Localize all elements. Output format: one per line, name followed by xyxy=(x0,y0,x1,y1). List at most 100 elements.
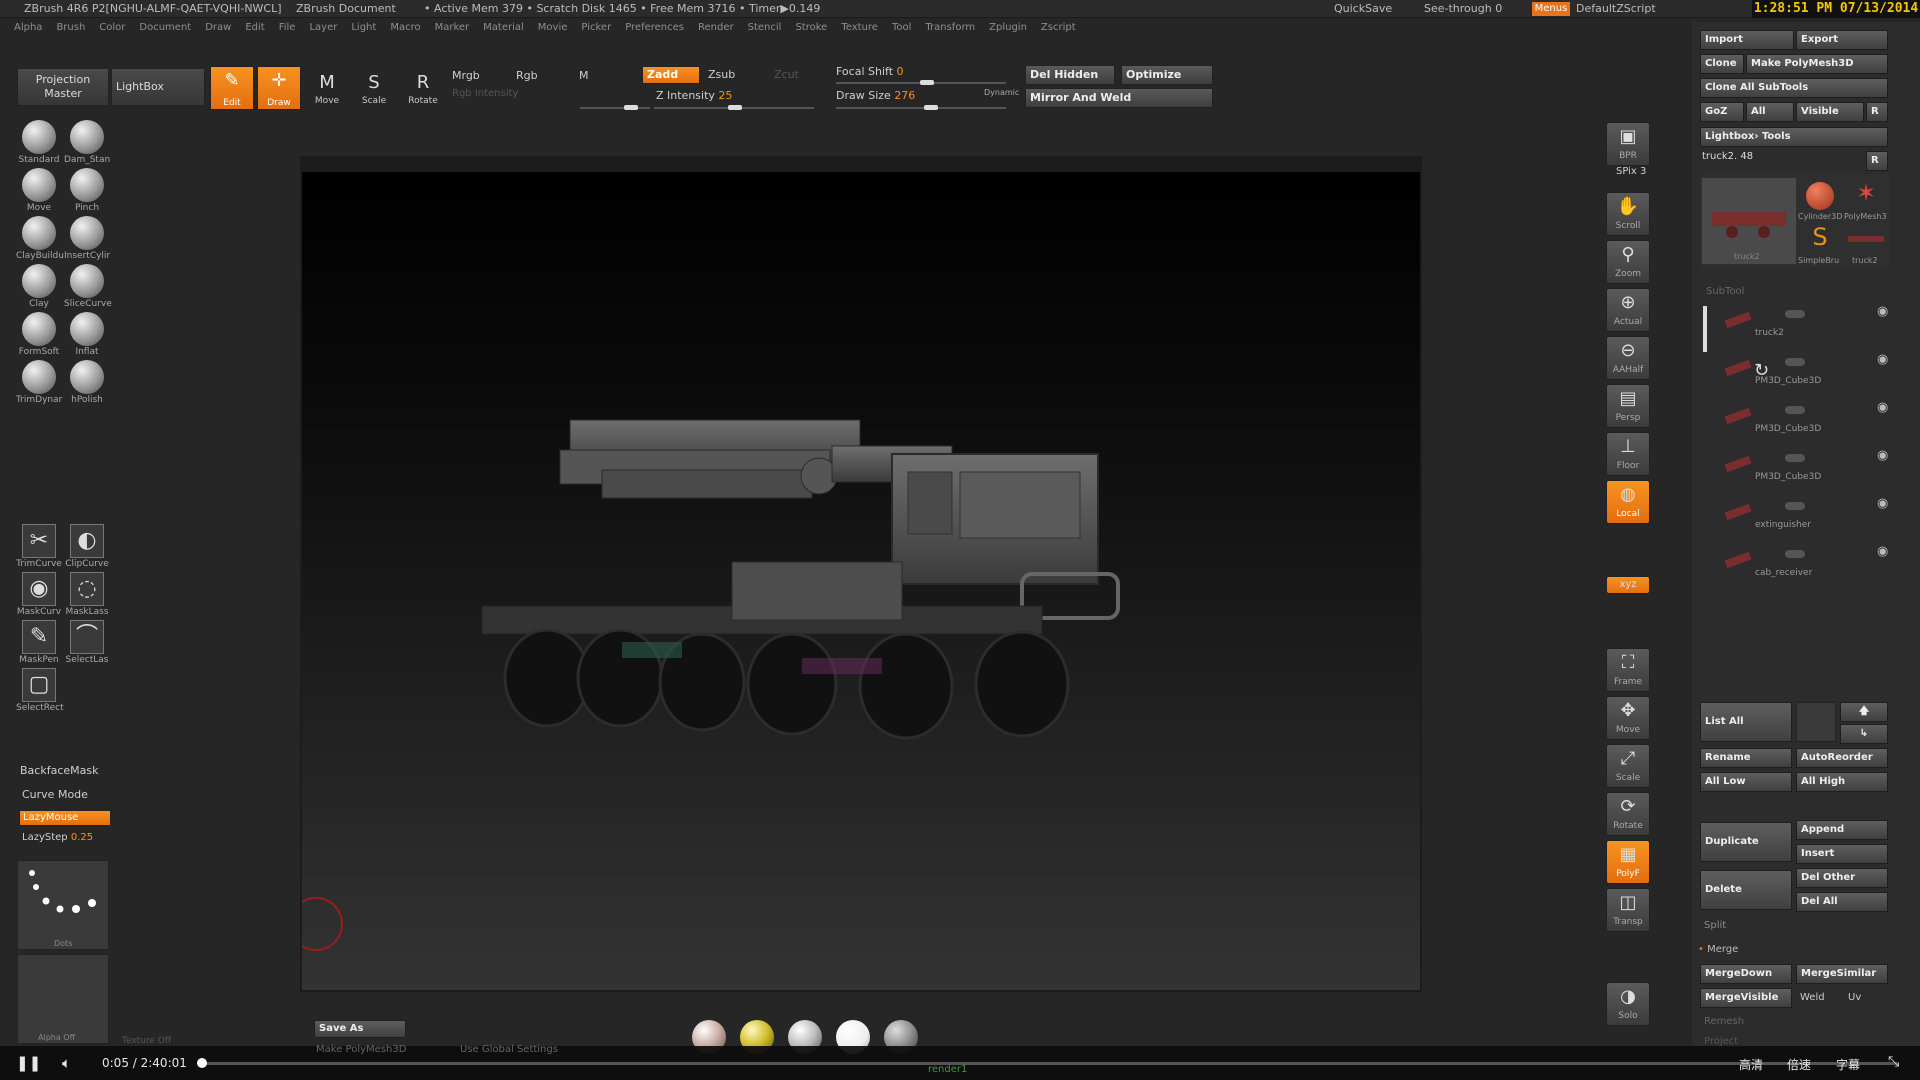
menu-file[interactable]: File xyxy=(279,22,296,33)
dock-rotate[interactable]: ⟳ Rotate xyxy=(1606,792,1650,836)
weld-toggle[interactable]: Weld xyxy=(1800,992,1825,1003)
menu-stroke[interactable]: Stroke xyxy=(795,22,827,33)
tool-thumb-simplebrush[interactable]: S SimpleBru xyxy=(1798,222,1842,266)
optimize-points-button[interactable]: Optimize Points xyxy=(1121,65,1213,99)
current-tool-slider[interactable]: truck2. 48 xyxy=(1702,151,1753,162)
tool-thumb-truck2[interactable]: truck2 xyxy=(1702,178,1796,264)
mergedown-button[interactable]: MergeDown xyxy=(1700,964,1792,984)
menu-draw[interactable]: Draw xyxy=(205,22,231,33)
dock-local[interactable]: ◍ Local xyxy=(1606,480,1650,524)
dock-xyz[interactable]: xyz xyxy=(1606,576,1650,594)
goz-visible-button[interactable]: Visible xyxy=(1796,102,1864,122)
brush-move[interactable]: Move xyxy=(16,168,62,216)
mergesimilar-button[interactable]: MergeSimilar xyxy=(1796,964,1888,984)
rotate-mode-button[interactable]: R Rotate xyxy=(401,70,445,114)
rgb-intensity-slider[interactable]: Rgb Intensity xyxy=(452,88,518,99)
menu-movie[interactable]: Movie xyxy=(538,22,568,33)
menu-document[interactable]: Document xyxy=(139,22,191,33)
subtool-item[interactable]: ◉ truck2 xyxy=(1705,300,1895,346)
tool-thumb-cylinder[interactable]: Cylinder3D xyxy=(1798,178,1842,222)
move-down-arrow-icon[interactable]: ↳ xyxy=(1840,724,1888,744)
dock-aahalf[interactable]: ⊖ AAHalf xyxy=(1606,336,1650,380)
subtool-toggle[interactable] xyxy=(1785,310,1805,318)
menu-zscript[interactable]: Zscript xyxy=(1041,22,1076,33)
eye-icon[interactable]: ◉ xyxy=(1877,304,1888,319)
m-button[interactable]: M xyxy=(579,69,589,82)
menu-texture[interactable]: Texture xyxy=(841,22,878,33)
brush-inflat[interactable]: Inflat xyxy=(64,312,110,360)
insert-button[interactable]: Insert xyxy=(1796,844,1888,864)
rename-button[interactable]: Rename xyxy=(1700,748,1792,768)
brush-standard[interactable]: Standard xyxy=(16,120,62,168)
subtool-item[interactable]: ◉ PM3D_Cube3D xyxy=(1705,444,1895,490)
brush-claybuildu[interactable]: ClayBuildu xyxy=(16,216,64,264)
all-high-button[interactable]: All High xyxy=(1796,772,1888,792)
menu-edit[interactable]: Edit xyxy=(245,22,264,33)
subtitle-button[interactable]: 字幕 xyxy=(1836,1056,1860,1073)
dock-frame[interactable]: ⛶ Frame xyxy=(1606,648,1650,692)
goz-all-button[interactable]: All xyxy=(1746,102,1794,122)
subtool-toggle[interactable] xyxy=(1785,406,1805,414)
menu-picker[interactable]: Picker xyxy=(581,22,611,33)
brush-formsoft[interactable]: FormSoft xyxy=(16,312,62,360)
pause-icon[interactable]: ❚❚ xyxy=(16,1054,41,1072)
eye-icon[interactable]: ◉ xyxy=(1877,400,1888,415)
tool-clipcurve[interactable]: ◐ ClipCurve xyxy=(64,524,110,572)
z-intensity-track[interactable] xyxy=(654,105,814,110)
menu-macro[interactable]: Macro xyxy=(390,22,420,33)
uv-toggle[interactable]: Uv xyxy=(1848,992,1861,1003)
quality-button[interactable]: 高清 xyxy=(1739,1056,1763,1073)
brush-insertcylir[interactable]: InsertCylir xyxy=(64,216,110,264)
dock-bpr[interactable]: ▣ BPR xyxy=(1606,122,1650,166)
tool-masklass[interactable]: ◌ MaskLass xyxy=(64,572,110,620)
edit-mode-button[interactable]: ✎ Edit xyxy=(210,66,254,110)
menu-alpha[interactable]: Alpha xyxy=(14,22,42,33)
projection-master-button[interactable]: Projection Master xyxy=(17,68,109,106)
menus-button[interactable]: Menus xyxy=(1532,2,1570,16)
eye-icon[interactable]: ◉ xyxy=(1877,544,1888,559)
brush-dam_stan[interactable]: Dam_Stan xyxy=(64,120,110,168)
rgb-intensity-track[interactable] xyxy=(580,105,650,110)
subtool-toggle[interactable] xyxy=(1785,502,1805,510)
tool-maskpen[interactable]: ✎ MaskPen xyxy=(16,620,62,668)
subtool-toggle[interactable] xyxy=(1785,550,1805,558)
del-hidden-button[interactable]: Del Hidden xyxy=(1025,65,1115,85)
lazymouse-toggle[interactable]: LazyMouse xyxy=(19,810,111,826)
zcut-button[interactable]: Zcut xyxy=(774,68,799,81)
goz-button[interactable]: GoZ xyxy=(1700,102,1744,122)
menu-render[interactable]: Render xyxy=(698,22,734,33)
merge-section[interactable]: • Merge xyxy=(1698,944,1738,955)
spix-slider[interactable]: SPix 3 xyxy=(1616,166,1646,177)
list-all-button[interactable]: List All xyxy=(1700,702,1792,742)
brush-slicecurve[interactable]: SliceCurve xyxy=(64,264,112,312)
menu-tool[interactable]: Tool xyxy=(892,22,911,33)
volume-icon[interactable]: 🔈︎ xyxy=(62,1054,71,1072)
tool-thumb-polymesh[interactable]: ✶ PolyMesh3 xyxy=(1844,178,1888,222)
goz-r-button[interactable]: R xyxy=(1866,102,1888,122)
dock-scroll[interactable]: ✋ Scroll xyxy=(1606,192,1650,236)
tool-selectrect[interactable]: ▢ SelectRect xyxy=(16,668,64,716)
tool-trimcurve[interactable]: ✂ TrimCurve xyxy=(16,524,62,572)
split-section[interactable]: Split xyxy=(1704,920,1726,931)
brush-clay[interactable]: Clay xyxy=(16,264,62,312)
clone-button[interactable]: Clone xyxy=(1700,54,1744,74)
progress-knob[interactable] xyxy=(197,1058,208,1068)
menu-stencil[interactable]: Stencil xyxy=(748,22,782,33)
alpha-thumbnail[interactable]: Alpha Off xyxy=(17,954,109,1044)
draw-size-track[interactable] xyxy=(836,105,1006,110)
draw-mode-button[interactable]: ✛ Draw xyxy=(257,66,301,110)
eye-icon[interactable]: ◉ xyxy=(1877,352,1888,367)
subtool-scrollbar[interactable] xyxy=(1703,306,1707,352)
stroke-dots-thumbnail[interactable]: Dots xyxy=(17,860,109,950)
progress-bar[interactable] xyxy=(197,1058,1898,1068)
menu-transform[interactable]: Transform xyxy=(925,22,975,33)
subtool-item[interactable]: ◉ extinguisher xyxy=(1705,492,1895,538)
menu-marker[interactable]: Marker xyxy=(435,22,470,33)
dynamic-toggle[interactable]: Dynamic xyxy=(984,88,1019,97)
export-button[interactable]: Export xyxy=(1796,30,1888,50)
append-button[interactable]: Append xyxy=(1796,820,1888,840)
zsub-button[interactable]: Zsub xyxy=(708,68,735,81)
scale-mode-button[interactable]: S Scale xyxy=(352,70,396,114)
tool-maskcurv[interactable]: ◉ MaskCurv xyxy=(16,572,62,620)
del-other-button[interactable]: Del Other xyxy=(1796,868,1888,888)
